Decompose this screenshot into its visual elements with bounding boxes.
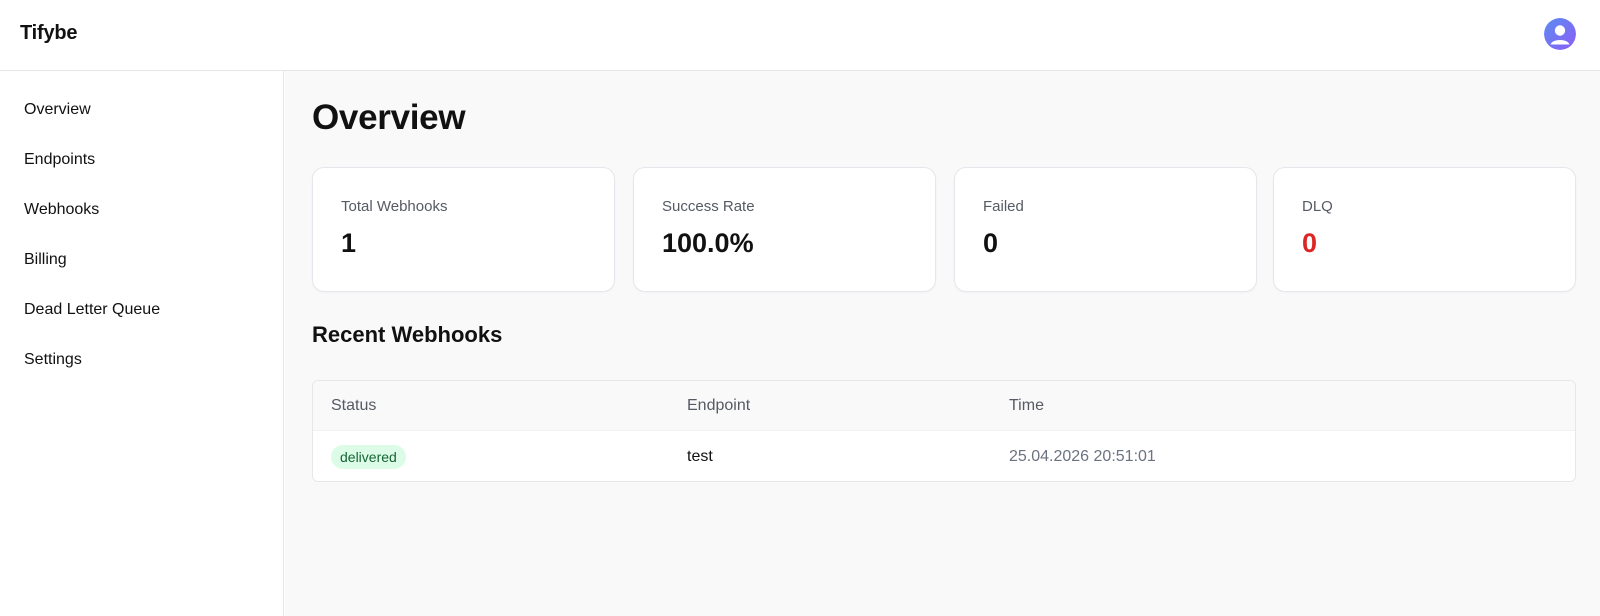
top-header: Tifybe xyxy=(0,0,1600,71)
stat-card-failed: Failed 0 xyxy=(954,167,1257,292)
recent-webhooks-table: Status Endpoint Time delivered test 25.0… xyxy=(312,380,1576,482)
table-row[interactable]: delivered test 25.04.2026 20:51:01 xyxy=(313,431,1575,481)
stat-label: Failed xyxy=(983,198,1024,215)
stat-value: 0 xyxy=(1302,228,1318,258)
stat-value: 1 xyxy=(341,228,357,258)
sidebar-item-endpoints[interactable]: Endpoints xyxy=(24,150,95,170)
sidebar-item-settings[interactable]: Settings xyxy=(24,350,82,370)
stat-label: Total Webhooks xyxy=(341,198,448,215)
sidebar-item-billing[interactable]: Billing xyxy=(24,250,67,270)
user-avatar-icon[interactable] xyxy=(1544,18,1576,50)
column-header-time: Time xyxy=(1009,397,1044,414)
column-header-status: Status xyxy=(331,397,377,414)
status-badge: delivered xyxy=(331,445,406,469)
sidebar: Overview Endpoints Webhooks Billing Dead… xyxy=(0,71,284,616)
stat-card-dlq: DLQ 0 xyxy=(1273,167,1576,292)
table-header: Status Endpoint Time xyxy=(313,381,1575,431)
sidebar-item-dead-letter-queue[interactable]: Dead Letter Queue xyxy=(24,300,160,320)
stat-card-success-rate: Success Rate 100.0% xyxy=(633,167,936,292)
column-header-endpoint: Endpoint xyxy=(687,397,751,414)
stat-value: 100.0% xyxy=(662,228,754,258)
section-title-recent-webhooks: Recent Webhooks xyxy=(312,322,503,347)
page-title: Overview xyxy=(312,98,466,137)
stat-value: 0 xyxy=(983,228,999,258)
stat-card-total-webhooks: Total Webhooks 1 xyxy=(312,167,615,292)
stat-label: DLQ xyxy=(1302,198,1333,215)
brand-logo[interactable]: Tifybe xyxy=(20,22,78,45)
sidebar-item-webhooks[interactable]: Webhooks xyxy=(24,200,99,220)
sidebar-item-overview[interactable]: Overview xyxy=(24,100,91,120)
endpoint-cell: test xyxy=(687,448,713,465)
time-cell: 25.04.2026 20:51:01 xyxy=(1009,448,1156,465)
stat-label: Success Rate xyxy=(662,198,755,215)
main-content: Overview Total Webhooks 1 Success Rate 1… xyxy=(285,71,1600,616)
